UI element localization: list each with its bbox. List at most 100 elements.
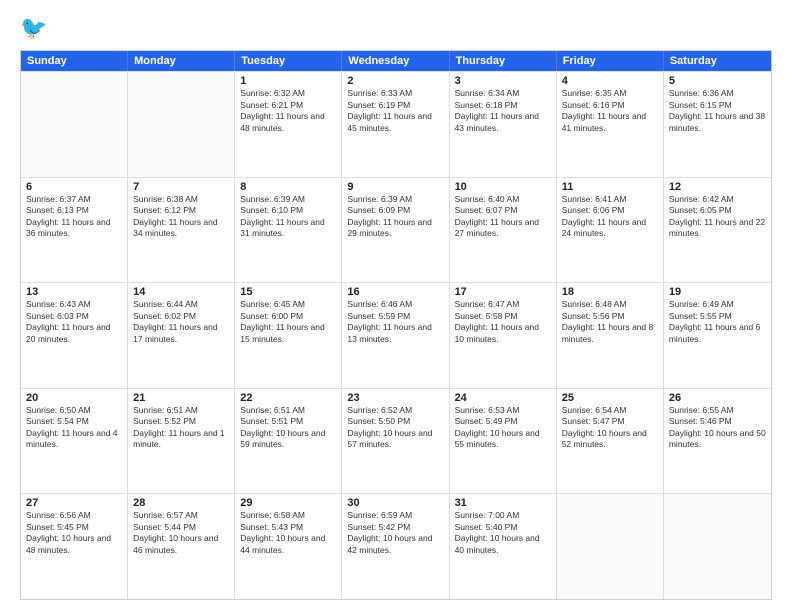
header-day-saturday: Saturday [664, 51, 771, 71]
day-cell-18: 18Sunrise: 6:48 AMSunset: 5:56 PMDayligh… [557, 283, 664, 388]
day-number: 15 [240, 286, 336, 298]
page: 🐦 SundayMondayTuesdayWednesdayThursdayFr… [0, 0, 792, 612]
day-cell-9: 9Sunrise: 6:39 AMSunset: 6:09 PMDaylight… [342, 178, 449, 283]
day-number: 7 [133, 181, 229, 193]
calendar: SundayMondayTuesdayWednesdayThursdayFrid… [20, 50, 772, 600]
calendar-header: SundayMondayTuesdayWednesdayThursdayFrid… [21, 51, 771, 71]
day-info: Sunrise: 6:39 AMSunset: 6:09 PMDaylight:… [347, 194, 443, 240]
day-info: Sunrise: 6:40 AMSunset: 6:07 PMDaylight:… [455, 194, 551, 240]
day-info: Sunrise: 6:44 AMSunset: 6:02 PMDaylight:… [133, 299, 229, 345]
calendar-row-3: 13Sunrise: 6:43 AMSunset: 6:03 PMDayligh… [21, 282, 771, 388]
empty-cell [128, 72, 235, 177]
header: 🐦 [20, 16, 772, 40]
day-number: 18 [562, 286, 658, 298]
day-info: Sunrise: 6:51 AMSunset: 5:52 PMDaylight:… [133, 405, 229, 451]
day-info: Sunrise: 7:00 AMSunset: 5:40 PMDaylight:… [455, 510, 551, 556]
day-number: 19 [669, 286, 766, 298]
empty-cell [664, 494, 771, 599]
day-cell-13: 13Sunrise: 6:43 AMSunset: 6:03 PMDayligh… [21, 283, 128, 388]
calendar-body: 1Sunrise: 6:32 AMSunset: 6:21 PMDaylight… [21, 71, 771, 599]
day-cell-29: 29Sunrise: 6:58 AMSunset: 5:43 PMDayligh… [235, 494, 342, 599]
day-cell-5: 5Sunrise: 6:36 AMSunset: 6:15 PMDaylight… [664, 72, 771, 177]
day-info: Sunrise: 6:50 AMSunset: 5:54 PMDaylight:… [26, 405, 122, 451]
day-info: Sunrise: 6:55 AMSunset: 5:46 PMDaylight:… [669, 405, 766, 451]
header-day-thursday: Thursday [450, 51, 557, 71]
day-info: Sunrise: 6:51 AMSunset: 5:51 PMDaylight:… [240, 405, 336, 451]
day-cell-7: 7Sunrise: 6:38 AMSunset: 6:12 PMDaylight… [128, 178, 235, 283]
day-number: 14 [133, 286, 229, 298]
day-info: Sunrise: 6:52 AMSunset: 5:50 PMDaylight:… [347, 405, 443, 451]
day-number: 26 [669, 392, 766, 404]
header-day-tuesday: Tuesday [235, 51, 342, 71]
day-cell-11: 11Sunrise: 6:41 AMSunset: 6:06 PMDayligh… [557, 178, 664, 283]
day-cell-20: 20Sunrise: 6:50 AMSunset: 5:54 PMDayligh… [21, 389, 128, 494]
day-info: Sunrise: 6:47 AMSunset: 5:58 PMDaylight:… [455, 299, 551, 345]
day-cell-30: 30Sunrise: 6:59 AMSunset: 5:42 PMDayligh… [342, 494, 449, 599]
day-cell-21: 21Sunrise: 6:51 AMSunset: 5:52 PMDayligh… [128, 389, 235, 494]
day-cell-10: 10Sunrise: 6:40 AMSunset: 6:07 PMDayligh… [450, 178, 557, 283]
day-number: 30 [347, 497, 443, 509]
day-number: 3 [455, 75, 551, 87]
day-number: 11 [562, 181, 658, 193]
day-cell-19: 19Sunrise: 6:49 AMSunset: 5:55 PMDayligh… [664, 283, 771, 388]
day-number: 13 [26, 286, 122, 298]
day-number: 2 [347, 75, 443, 87]
day-info: Sunrise: 6:43 AMSunset: 6:03 PMDaylight:… [26, 299, 122, 345]
header-day-friday: Friday [557, 51, 664, 71]
day-cell-24: 24Sunrise: 6:53 AMSunset: 5:49 PMDayligh… [450, 389, 557, 494]
day-cell-16: 16Sunrise: 6:46 AMSunset: 5:59 PMDayligh… [342, 283, 449, 388]
day-number: 1 [240, 75, 336, 87]
day-info: Sunrise: 6:39 AMSunset: 6:10 PMDaylight:… [240, 194, 336, 240]
header-day-monday: Monday [128, 51, 235, 71]
empty-cell [557, 494, 664, 599]
day-info: Sunrise: 6:32 AMSunset: 6:21 PMDaylight:… [240, 88, 336, 134]
day-cell-31: 31Sunrise: 7:00 AMSunset: 5:40 PMDayligh… [450, 494, 557, 599]
day-number: 31 [455, 497, 551, 509]
day-number: 23 [347, 392, 443, 404]
day-info: Sunrise: 6:48 AMSunset: 5:56 PMDaylight:… [562, 299, 658, 345]
day-info: Sunrise: 6:33 AMSunset: 6:19 PMDaylight:… [347, 88, 443, 134]
day-info: Sunrise: 6:35 AMSunset: 6:16 PMDaylight:… [562, 88, 658, 134]
logo-bird-icon: 🐦 [20, 16, 47, 40]
day-number: 4 [562, 75, 658, 87]
day-number: 10 [455, 181, 551, 193]
day-cell-8: 8Sunrise: 6:39 AMSunset: 6:10 PMDaylight… [235, 178, 342, 283]
day-number: 17 [455, 286, 551, 298]
day-info: Sunrise: 6:49 AMSunset: 5:55 PMDaylight:… [669, 299, 766, 345]
day-info: Sunrise: 6:46 AMSunset: 5:59 PMDaylight:… [347, 299, 443, 345]
day-number: 28 [133, 497, 229, 509]
day-info: Sunrise: 6:42 AMSunset: 6:05 PMDaylight:… [669, 194, 766, 240]
day-number: 16 [347, 286, 443, 298]
day-cell-1: 1Sunrise: 6:32 AMSunset: 6:21 PMDaylight… [235, 72, 342, 177]
day-number: 5 [669, 75, 766, 87]
day-number: 21 [133, 392, 229, 404]
day-number: 24 [455, 392, 551, 404]
day-info: Sunrise: 6:53 AMSunset: 5:49 PMDaylight:… [455, 405, 551, 451]
day-number: 29 [240, 497, 336, 509]
day-info: Sunrise: 6:34 AMSunset: 6:18 PMDaylight:… [455, 88, 551, 134]
day-info: Sunrise: 6:54 AMSunset: 5:47 PMDaylight:… [562, 405, 658, 451]
calendar-row-2: 6Sunrise: 6:37 AMSunset: 6:13 PMDaylight… [21, 177, 771, 283]
day-cell-28: 28Sunrise: 6:57 AMSunset: 5:44 PMDayligh… [128, 494, 235, 599]
header-day-wednesday: Wednesday [342, 51, 449, 71]
day-number: 6 [26, 181, 122, 193]
day-cell-14: 14Sunrise: 6:44 AMSunset: 6:02 PMDayligh… [128, 283, 235, 388]
day-cell-3: 3Sunrise: 6:34 AMSunset: 6:18 PMDaylight… [450, 72, 557, 177]
day-number: 9 [347, 181, 443, 193]
day-info: Sunrise: 6:57 AMSunset: 5:44 PMDaylight:… [133, 510, 229, 556]
day-cell-15: 15Sunrise: 6:45 AMSunset: 6:00 PMDayligh… [235, 283, 342, 388]
day-info: Sunrise: 6:37 AMSunset: 6:13 PMDaylight:… [26, 194, 122, 240]
day-cell-23: 23Sunrise: 6:52 AMSunset: 5:50 PMDayligh… [342, 389, 449, 494]
day-cell-6: 6Sunrise: 6:37 AMSunset: 6:13 PMDaylight… [21, 178, 128, 283]
calendar-row-4: 20Sunrise: 6:50 AMSunset: 5:54 PMDayligh… [21, 388, 771, 494]
day-cell-2: 2Sunrise: 6:33 AMSunset: 6:19 PMDaylight… [342, 72, 449, 177]
day-number: 12 [669, 181, 766, 193]
day-info: Sunrise: 6:56 AMSunset: 5:45 PMDaylight:… [26, 510, 122, 556]
day-info: Sunrise: 6:41 AMSunset: 6:06 PMDaylight:… [562, 194, 658, 240]
day-number: 8 [240, 181, 336, 193]
empty-cell [21, 72, 128, 177]
day-info: Sunrise: 6:59 AMSunset: 5:42 PMDaylight:… [347, 510, 443, 556]
day-info: Sunrise: 6:38 AMSunset: 6:12 PMDaylight:… [133, 194, 229, 240]
day-info: Sunrise: 6:36 AMSunset: 6:15 PMDaylight:… [669, 88, 766, 134]
day-number: 22 [240, 392, 336, 404]
